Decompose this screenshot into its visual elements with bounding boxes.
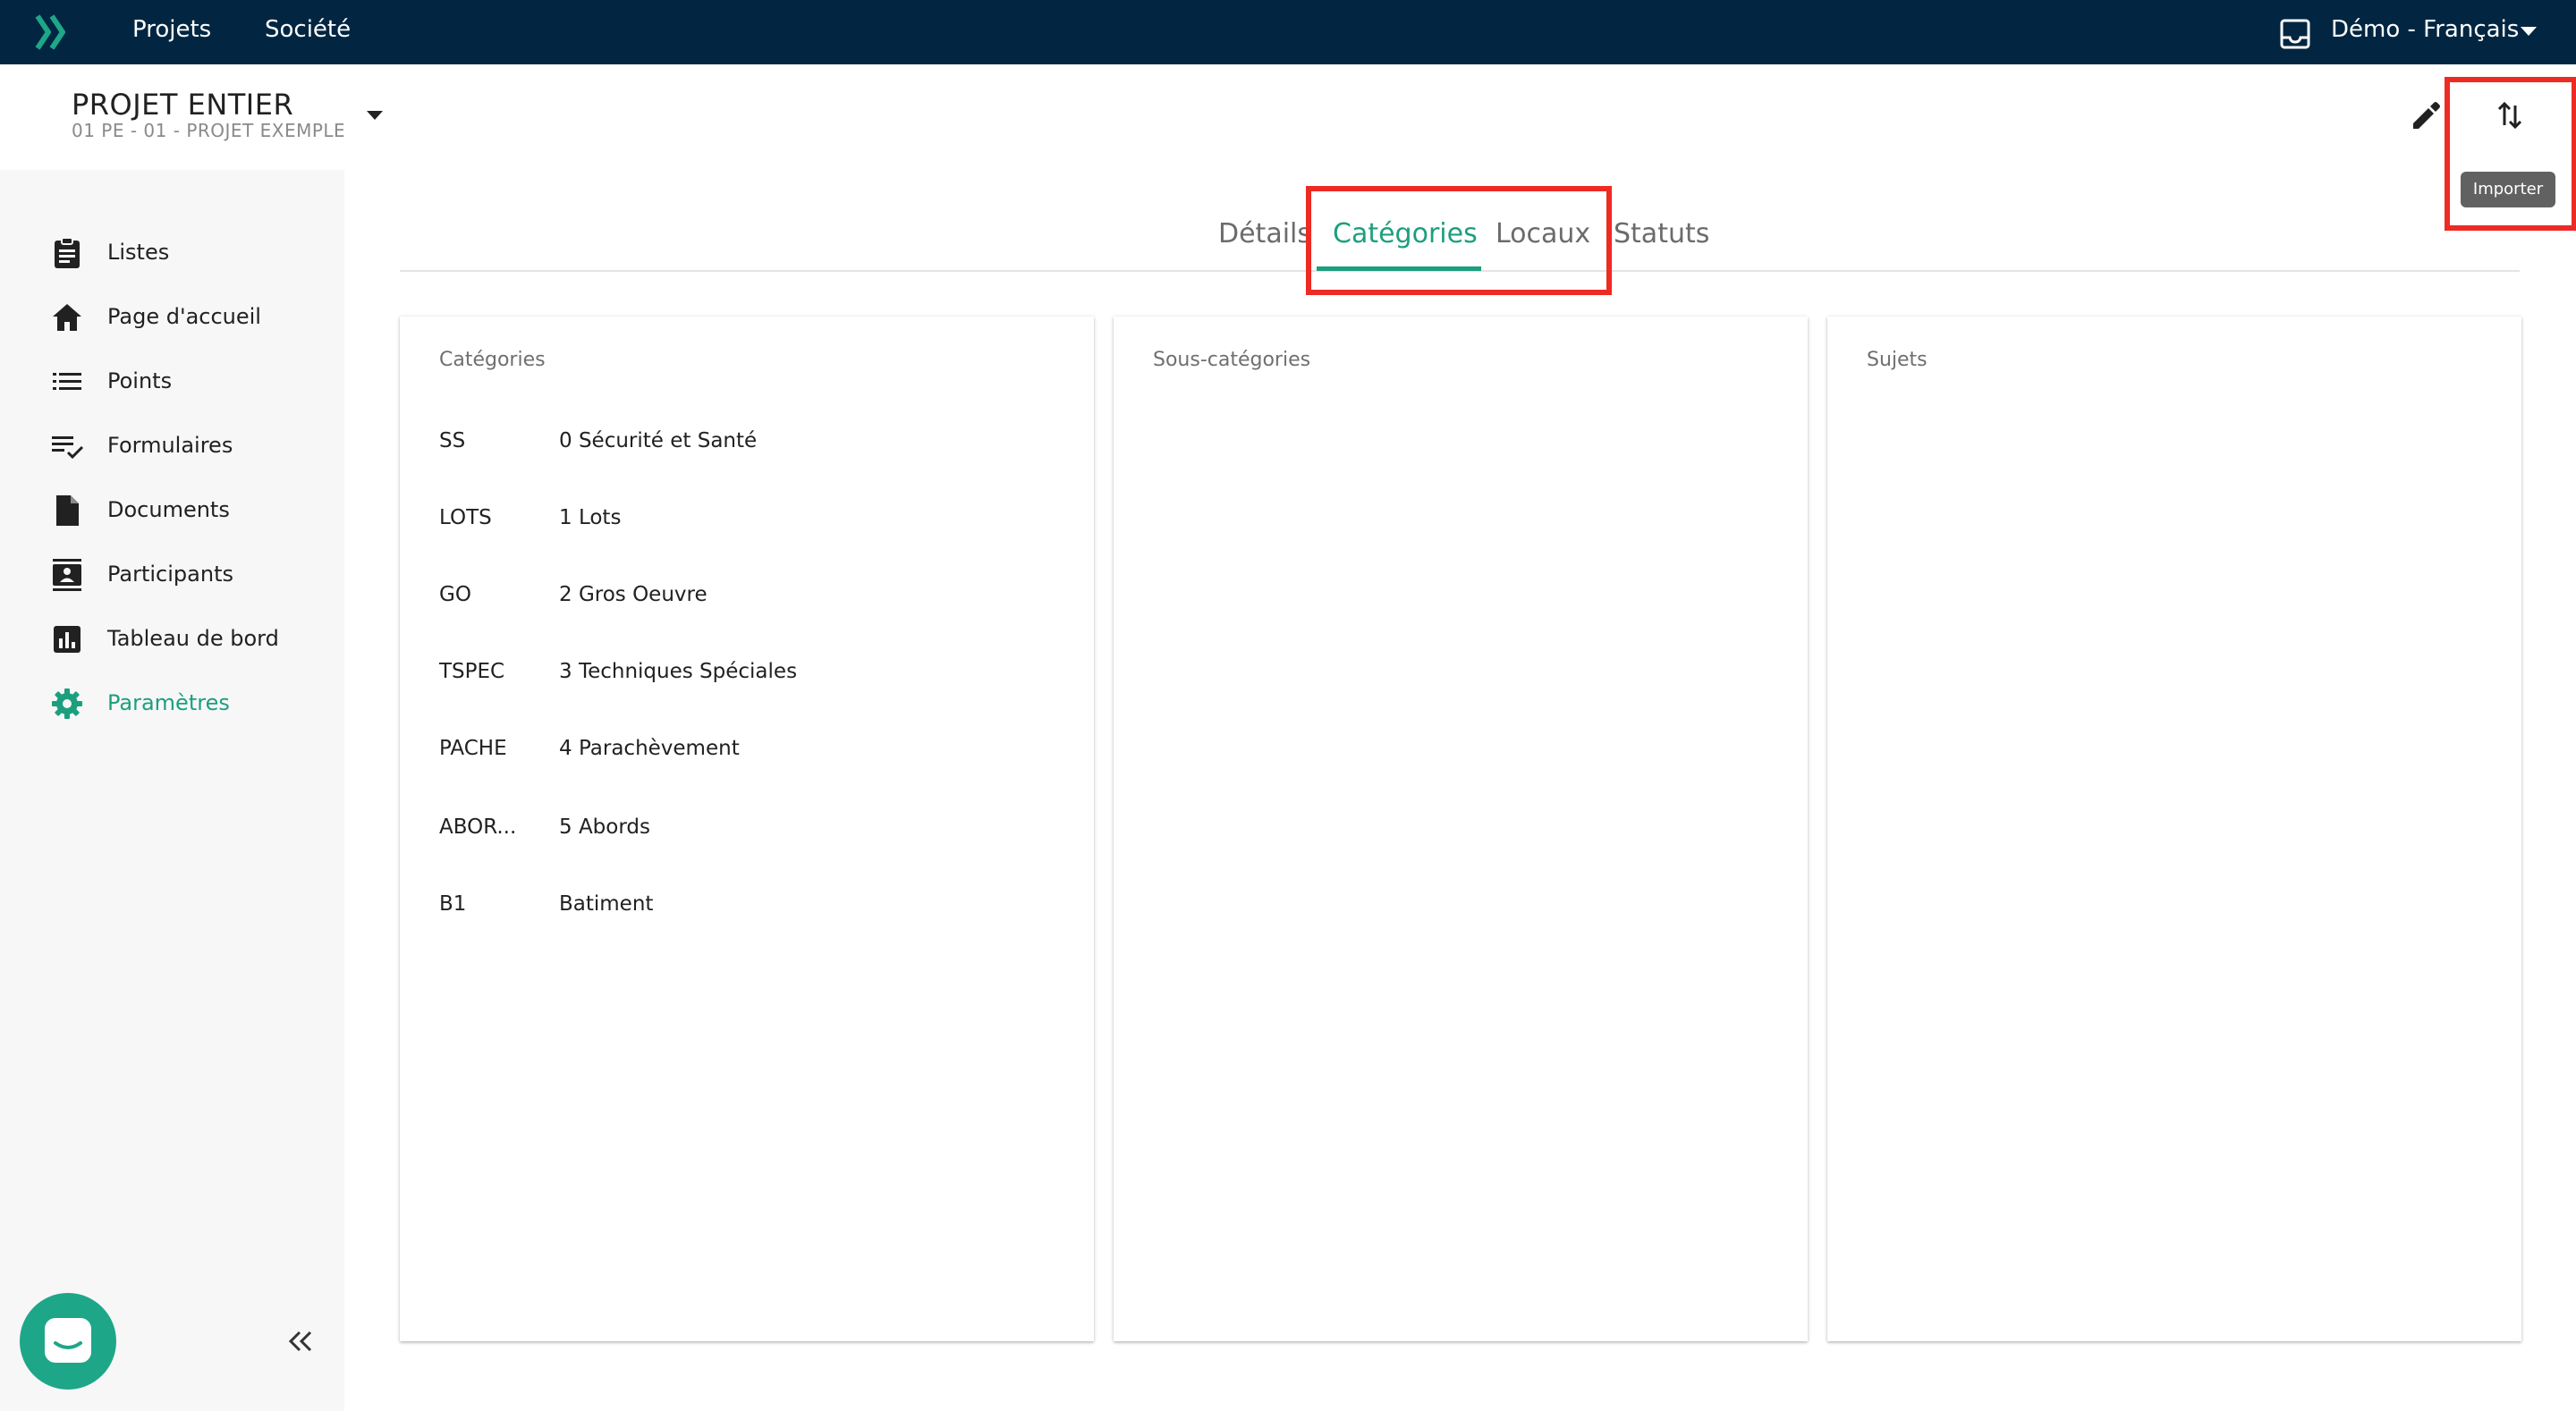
categories-panel: Catégories SS 0 Sécurité et Santé LOTS 1…	[400, 317, 1094, 1341]
sidebar: Listes Page d'accueil Points Formulaires…	[0, 170, 344, 1411]
chevron-down-icon[interactable]	[2521, 27, 2537, 36]
user-menu[interactable]: Démo - Français	[2331, 16, 2519, 43]
category-name: Batiment	[559, 892, 654, 916]
home-icon	[53, 304, 81, 331]
category-name: 5 Abords	[559, 815, 650, 839]
sidebar-item-label: Listes	[107, 240, 170, 265]
chat-icon	[45, 1318, 91, 1363]
category-name: 4 Parachèvement	[559, 737, 740, 760]
project-title[interactable]: PROJET ENTIER	[72, 88, 293, 122]
sidebar-item-tableau-de-bord[interactable]: Tableau de bord	[0, 613, 344, 663]
sidebar-item-parametres[interactable]: Paramètres	[0, 678, 344, 728]
inbox-icon[interactable]	[2279, 18, 2311, 50]
checklist-icon	[52, 436, 84, 460]
sidebar-item-label: Documents	[107, 497, 230, 522]
category-code: SS	[439, 429, 466, 452]
tab-details[interactable]: Détails	[1218, 218, 1311, 249]
annotation-box-tabs	[1306, 186, 1612, 295]
subjects-panel: Sujets	[1827, 317, 2521, 1341]
collapse-sidebar-icon[interactable]	[284, 1325, 317, 1357]
list-item[interactable]: ABOR... 5 Abords	[400, 803, 1094, 857]
sidebar-item-page-accueil[interactable]: Page d'accueil	[0, 291, 344, 342]
category-code: GO	[439, 583, 471, 606]
category-code: PACHE	[439, 737, 507, 760]
sidebar-item-points[interactable]: Points	[0, 356, 344, 406]
project-dropdown-icon[interactable]	[367, 111, 383, 120]
chat-button[interactable]	[20, 1293, 116, 1390]
sidebar-item-label: Formulaires	[107, 433, 233, 458]
list-item[interactable]: GO 2 Gros Oeuvre	[400, 570, 1094, 624]
app-logo-icon[interactable]	[34, 13, 73, 52]
list-item[interactable]: TSPEC 3 Techniques Spéciales	[400, 647, 1094, 701]
gear-icon	[52, 689, 82, 719]
category-code: LOTS	[439, 506, 492, 529]
sidebar-item-label: Points	[107, 368, 173, 393]
clipboard-icon	[55, 237, 80, 268]
sidebar-item-participants[interactable]: Participants	[0, 549, 344, 599]
category-name: 3 Techniques Spéciales	[559, 660, 798, 683]
list-item[interactable]: PACHE 4 Parachèvement	[400, 724, 1094, 778]
contact-icon	[53, 559, 81, 591]
nav-societe[interactable]: Société	[265, 16, 351, 43]
panel-title: Catégories	[439, 349, 546, 371]
list-item[interactable]: LOTS 1 Lots	[400, 494, 1094, 547]
list-icon	[53, 373, 81, 390]
top-bar: Projets Société Démo - Français	[0, 0, 2576, 64]
subcategories-panel: Sous-catégories	[1114, 317, 1808, 1341]
sidebar-item-label: Participants	[107, 562, 233, 587]
document-icon	[56, 495, 79, 526]
category-name: 0 Sécurité et Santé	[559, 429, 758, 452]
edit-icon[interactable]	[2408, 98, 2444, 134]
panel-title: Sous-catégories	[1153, 349, 1311, 371]
tab-statuts[interactable]: Statuts	[1614, 218, 1709, 249]
category-name: 1 Lots	[559, 506, 622, 529]
category-code: ABOR...	[439, 815, 517, 839]
category-code: TSPEC	[439, 660, 505, 683]
sidebar-item-formulaires[interactable]: Formulaires	[0, 420, 344, 470]
panel-title: Sujets	[1867, 349, 1928, 371]
category-name: 2 Gros Oeuvre	[559, 583, 708, 606]
nav-projets[interactable]: Projets	[132, 16, 211, 43]
bar-chart-icon	[54, 626, 80, 653]
sidebar-item-listes[interactable]: Listes	[0, 227, 344, 277]
sidebar-item-label: Page d'accueil	[107, 304, 261, 329]
list-item[interactable]: B1 Batiment	[400, 880, 1094, 934]
sidebar-item-label: Tableau de bord	[107, 626, 279, 651]
list-item[interactable]: SS 0 Sécurité et Santé	[400, 417, 1094, 470]
project-subtitle: 01 PE - 01 - PROJET EXEMPLE	[72, 120, 346, 141]
sidebar-item-label: Paramètres	[107, 690, 230, 715]
sidebar-item-documents[interactable]: Documents	[0, 485, 344, 535]
annotation-box-import	[2445, 77, 2576, 231]
category-code: B1	[439, 892, 467, 916]
